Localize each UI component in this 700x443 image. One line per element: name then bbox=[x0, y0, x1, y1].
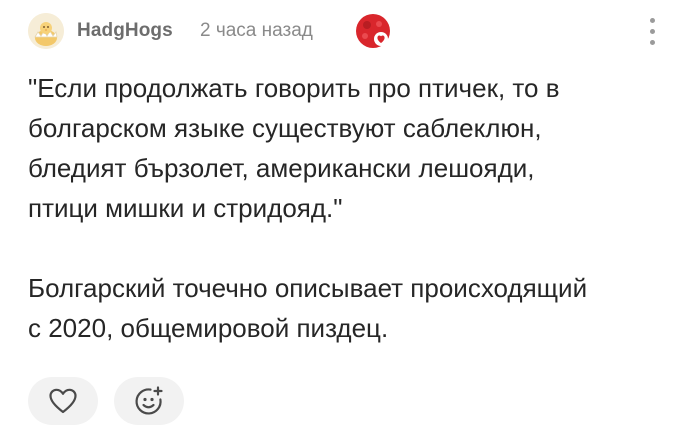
heart-outline-icon bbox=[49, 388, 77, 414]
author-name[interactable]: HadgHogs bbox=[77, 20, 173, 42]
comment-paragraph: "Если продолжать говорить про птичек, то… bbox=[28, 73, 560, 223]
comment-text: "Если продолжать говорить про птичек, то… bbox=[28, 68, 678, 348]
user-avatar[interactable] bbox=[28, 13, 64, 49]
more-vertical-icon[interactable] bbox=[640, 14, 664, 50]
add-reaction-button[interactable] bbox=[114, 377, 184, 425]
add-emoji-icon bbox=[135, 386, 163, 415]
comment-paragraph: Болгарский точечно описывает происходящи… bbox=[28, 273, 588, 343]
heart-badge-icon bbox=[355, 13, 391, 49]
chick-avatar-icon bbox=[28, 13, 64, 49]
comment-timestamp: 2 часа назад bbox=[200, 20, 313, 41]
like-button[interactable] bbox=[28, 377, 98, 425]
comment-header: HadgHogs 2 часа назад bbox=[28, 12, 678, 52]
